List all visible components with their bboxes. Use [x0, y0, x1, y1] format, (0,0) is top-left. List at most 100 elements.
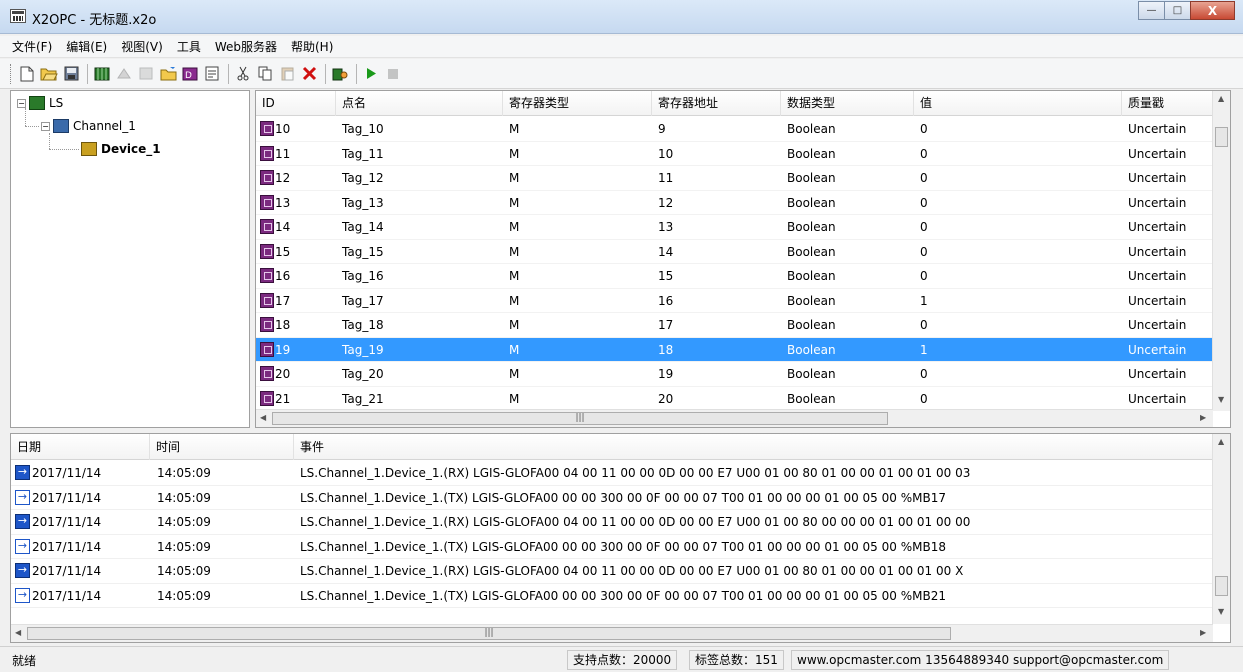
- scroll-down-icon[interactable]: ▼: [1218, 395, 1224, 404]
- toolbar-grip[interactable]: [10, 63, 13, 84]
- tree-node-channel[interactable]: − Channel_1: [41, 117, 136, 135]
- title-bar[interactable]: X2OPC - 无标题.x2o — □ X: [0, 0, 1243, 34]
- table-row[interactable]: 19 Tag_19 M 18 Boolean 1 Uncertain: [256, 337, 1213, 362]
- column-header-name[interactable]: 点名: [336, 91, 503, 116]
- scrollbar-thumb[interactable]: |||: [272, 412, 888, 425]
- import-icon[interactable]: [158, 64, 178, 84]
- new-file-icon[interactable]: [17, 64, 37, 84]
- properties-icon[interactable]: [202, 64, 222, 84]
- cell-register-type: M: [509, 367, 520, 381]
- list-item[interactable]: 2017/11/14 14:05:09 LS.Channel_1.Device_1.…: [11, 584, 1213, 608]
- list-item[interactable]: 2017/11/14 14:05:09 LS.Channel_1.Device_1.…: [11, 510, 1213, 535]
- list-item[interactable]: 2017/11/14 14:05:09 LS.Channel_1.Device_1.…: [11, 461, 1213, 486]
- delete-icon[interactable]: [299, 64, 319, 84]
- column-header-event[interactable]: 事件: [294, 434, 1213, 460]
- scroll-up-icon[interactable]: ▲: [1218, 437, 1224, 446]
- table-row[interactable]: 17 Tag_17 M 16 Boolean 1 Uncertain: [256, 289, 1213, 313]
- table-row[interactable]: 10 Tag_10 M 9 Boolean 0 Uncertain: [256, 117, 1213, 142]
- menu-web-server[interactable]: Web服务器: [215, 38, 277, 55]
- scroll-up-icon[interactable]: ▲: [1218, 94, 1224, 103]
- scroll-left-icon[interactable]: ◀: [260, 413, 266, 422]
- minimize-button[interactable]: —: [1138, 1, 1165, 20]
- table-row[interactable]: 12 Tag_12 M 11 Boolean 0 Uncertain: [256, 166, 1213, 191]
- list-item[interactable]: 2017/11/14 14:05:09 LS.Channel_1.Device_1.…: [11, 559, 1213, 584]
- scrollbar-thumb[interactable]: [1215, 127, 1228, 147]
- tag-table: ID 点名 寄存器类型 寄存器地址 数据类型 值 质量戳 10 Tag_10 M 9 B…: [255, 90, 1231, 428]
- table-row[interactable]: 15 Tag_15 M 14 Boolean 0 Uncertain: [256, 240, 1213, 264]
- cell-name: Tag_15: [342, 244, 384, 259]
- scrollbar-thumb[interactable]: |||: [27, 627, 951, 640]
- event-log-horizontal-scrollbar[interactable]: ◀ ||| ▶: [11, 624, 1213, 642]
- menu-file[interactable]: 文件(F): [12, 38, 52, 55]
- list-item[interactable]: 2017/11/14 14:05:09 LS.Channel_1.Device_1.…: [11, 535, 1213, 559]
- device-properties-icon[interactable]: D: [180, 64, 200, 84]
- cell-name: Tag_17: [342, 293, 384, 308]
- event-log-body: 2017/11/14 14:05:09 LS.Channel_1.Device_1.…: [11, 461, 1213, 608]
- collapse-icon[interactable]: −: [17, 98, 26, 108]
- cell-register-type: M: [509, 244, 520, 259]
- tag-id-text: 20: [275, 367, 291, 381]
- maximize-button[interactable]: □: [1164, 1, 1191, 20]
- table-row[interactable]: 21 Tag_21 M 20 Boolean 0 Uncertain: [256, 387, 1213, 411]
- cell-data-type: Boolean: [787, 342, 836, 357]
- column-header-quality[interactable]: 质量戳: [1122, 91, 1213, 116]
- scroll-right-icon[interactable]: ▶: [1200, 628, 1206, 637]
- event-log-vertical-scrollbar[interactable]: ▲ ▼: [1212, 434, 1230, 624]
- add-device-icon[interactable]: [114, 64, 134, 84]
- column-header-value[interactable]: 值: [914, 91, 1122, 116]
- transmit-icon: [15, 585, 30, 605]
- paste-icon[interactable]: [277, 64, 297, 84]
- table-row[interactable]: 18 Tag_18 M 17 Boolean 0 Uncertain: [256, 313, 1213, 338]
- add-tag-icon[interactable]: [136, 64, 156, 84]
- menu-view[interactable]: 视图(V): [121, 38, 163, 55]
- tree-connector: [25, 126, 39, 127]
- table-row[interactable]: 20 Tag_20 M 19 Boolean 0 Uncertain: [256, 362, 1213, 387]
- cell-value: 0: [920, 122, 928, 136]
- tree-node-ls[interactable]: − LS: [17, 94, 63, 112]
- tag-table-vertical-scrollbar[interactable]: ▲ ▼: [1212, 91, 1230, 411]
- cell-register-type: M: [509, 220, 520, 234]
- cell-event: LS.Channel_1.Device_1.(RX) LGIS-GLOFA00 …: [300, 564, 964, 578]
- list-item[interactable]: 2017/11/14 14:05:09 LS.Channel_1.Device_1.…: [11, 486, 1213, 510]
- table-row[interactable]: 14 Tag_14 M 13 Boolean 0 Uncertain: [256, 215, 1213, 240]
- collapse-icon[interactable]: −: [41, 121, 50, 131]
- column-header-register-type[interactable]: 寄存器类型: [503, 91, 652, 116]
- column-header-date[interactable]: 日期: [11, 434, 150, 460]
- tag-icon: [260, 390, 274, 406]
- tag-icon: [260, 170, 274, 185]
- run-icon[interactable]: [361, 64, 381, 84]
- cell-data-type: Boolean: [787, 122, 836, 136]
- tag-table-horizontal-scrollbar[interactable]: ◀ ||| ▶: [256, 409, 1213, 427]
- column-header-id[interactable]: ID: [256, 91, 336, 116]
- scroll-right-icon[interactable]: ▶: [1200, 413, 1206, 422]
- column-header-time[interactable]: 时间: [150, 434, 294, 460]
- tree-node-device[interactable]: Device_1: [81, 140, 161, 158]
- tag-id-text: 13: [275, 195, 291, 210]
- open-folder-icon[interactable]: [39, 64, 59, 84]
- close-button[interactable]: X: [1190, 1, 1235, 20]
- scrollbar-thumb[interactable]: [1215, 576, 1228, 596]
- add-channel-icon[interactable]: [92, 64, 112, 84]
- table-row[interactable]: 13 Tag_13 M 12 Boolean 0 Uncertain: [256, 191, 1213, 215]
- scroll-left-icon[interactable]: ◀: [15, 628, 21, 637]
- scroll-down-icon[interactable]: ▼: [1218, 607, 1224, 616]
- save-icon[interactable]: [61, 64, 81, 84]
- log-date-text: 2017/11/14: [32, 539, 102, 554]
- cell-quality: Uncertain: [1128, 342, 1187, 357]
- menu-edit[interactable]: 编辑(E): [66, 38, 107, 55]
- table-row[interactable]: 11 Tag_11 M 10 Boolean 0 Uncertain: [256, 142, 1213, 166]
- menu-help[interactable]: 帮助(H): [291, 38, 333, 55]
- cut-icon[interactable]: [233, 64, 253, 84]
- tag-icon: [260, 292, 274, 308]
- copy-icon[interactable]: [255, 64, 275, 84]
- stop-icon[interactable]: [383, 64, 403, 84]
- column-header-register-address[interactable]: 寄存器地址: [652, 91, 781, 116]
- tag-icon: [260, 268, 274, 283]
- menu-tools[interactable]: 工具: [177, 38, 201, 55]
- cell-date: 2017/11/14: [15, 535, 101, 559]
- column-header-data-type[interactable]: 数据类型: [781, 91, 914, 116]
- tag-wizard-icon[interactable]: [330, 64, 350, 84]
- tag-id-text: 19: [275, 342, 291, 357]
- cell-register-address: 17: [658, 318, 674, 332]
- table-row[interactable]: 16 Tag_16 M 15 Boolean 0 Uncertain: [256, 264, 1213, 289]
